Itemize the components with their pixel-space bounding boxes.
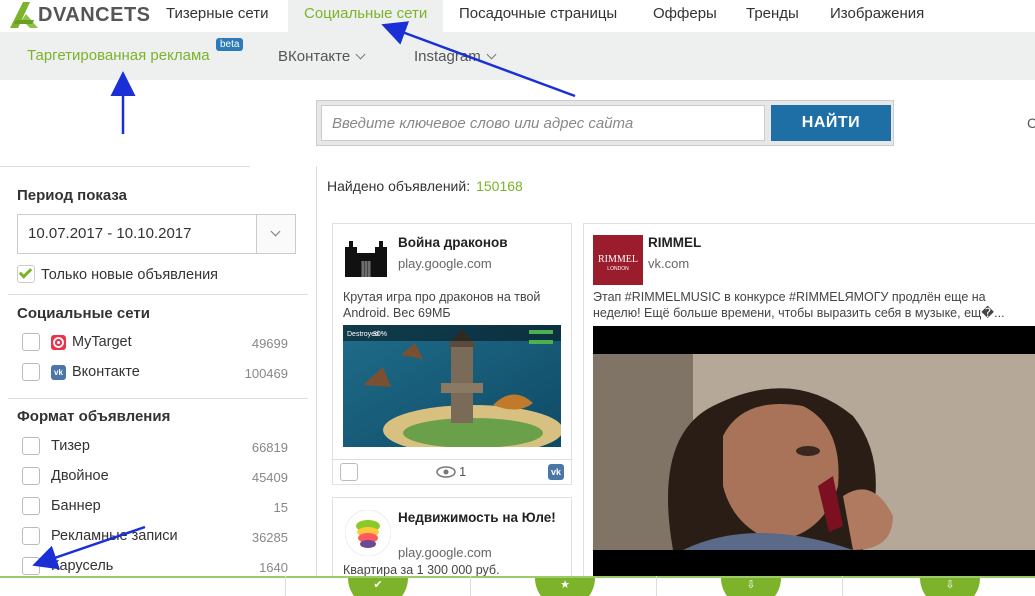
format-label: Карусель (51, 558, 114, 574)
page-root: DVANCETS Тизерные сети Социальные сети П… (0, 0, 1035, 596)
ad-image-video (593, 326, 1035, 576)
vk-icon: vk (51, 365, 66, 380)
checkmark-icon (18, 265, 33, 279)
format-count: 66819 (251, 440, 288, 455)
column-divider (316, 166, 317, 576)
format-checkbox[interactable] (22, 557, 40, 575)
castle-icon (343, 237, 389, 279)
results-summary: Найдено объявлений: 150168 (327, 178, 523, 194)
ad-title[interactable]: Война драконов (398, 235, 508, 250)
ad-title[interactable]: Недвижимость на Юле! (398, 510, 558, 526)
chevron-down-icon (486, 49, 497, 60)
results-label: Найдено объявлений: (327, 178, 471, 194)
format-checkbox[interactable] (22, 527, 40, 545)
format-count: 36285 (251, 530, 288, 545)
mytarget-icon (51, 335, 66, 350)
tab-offers[interactable]: Офферы (653, 0, 717, 32)
tab-social-networks[interactable]: Социальные сети (288, 0, 444, 32)
date-range-dropdown-button[interactable] (256, 214, 296, 254)
chevron-down-icon (355, 49, 366, 60)
format-count: 15 (273, 500, 288, 515)
divider (333, 459, 571, 460)
network-label: Вконтакте (72, 364, 140, 380)
rimmel-logo-sub: LONDON (607, 266, 629, 272)
format-checkbox[interactable] (22, 437, 40, 455)
format-count: 1640 (259, 560, 288, 575)
download-icon-button[interactable]: ⇩ (920, 578, 980, 596)
tab-images[interactable]: Изображения (830, 0, 924, 32)
tab-landing-pages[interactable]: Посадочные страницы (459, 0, 617, 32)
truncated-text: С (1027, 115, 1035, 131)
only-new-label: Только новые объявления (41, 267, 219, 283)
ad-image-game: Destroyed 30% (343, 325, 561, 447)
network-label: MyTarget (72, 334, 132, 350)
divider (8, 294, 308, 295)
ad-text: Крутая игра про драконов на твой Android… (343, 290, 541, 320)
network-checkbox[interactable] (22, 333, 40, 351)
subnav-vkontakte[interactable]: ВКонтакте (278, 48, 366, 65)
vk-icon: vk (548, 464, 564, 480)
ad-domain: play.google.com (398, 545, 492, 560)
search-bar: НАЙТИ (316, 100, 894, 146)
network-checkbox[interactable] (22, 363, 40, 381)
divider (470, 576, 471, 596)
ad-title[interactable]: RIMMEL (648, 235, 701, 250)
logo-text: DVANCETS (38, 3, 151, 26)
download-icon-button[interactable]: ⇩ (721, 578, 781, 596)
star-icon-button[interactable]: ★ (535, 578, 595, 596)
ad-text: Этап #RIMMELMUSIC в конкурсе #RIMMELЯМОГ… (593, 290, 1005, 320)
network-count: 100469 (244, 366, 288, 381)
format-checkbox[interactable] (22, 497, 40, 515)
rimmel-logo: RIMMEL LONDON (593, 235, 643, 285)
format-label: Тизер (51, 438, 90, 454)
logo[interactable]: DVANCETS (8, 0, 151, 30)
subnav-instagram[interactable]: Instagram (414, 48, 497, 65)
subnav-instagram-label: Instagram (414, 48, 481, 65)
ad-view-count: 1 (459, 464, 467, 479)
ad-domain: play.google.com (398, 256, 492, 271)
network-count: 49699 (251, 336, 288, 351)
beta-badge: beta (216, 38, 244, 51)
results-count: 150168 (476, 178, 523, 194)
divider (8, 398, 308, 399)
search-button[interactable]: НАЙТИ (771, 105, 891, 141)
format-label: Рекламные записи (51, 528, 178, 544)
format-checkbox[interactable] (22, 467, 40, 485)
subnav-vkontakte-label: ВКонтакте (278, 48, 351, 65)
format-count: 45409 (251, 470, 288, 485)
game-hud-pct: 30% (373, 331, 387, 338)
top-nav: DVANCETS Тизерные сети Социальные сети П… (0, 0, 1035, 32)
check-icon-button[interactable]: ✔ (348, 578, 408, 596)
tab-teaser-networks[interactable]: Тизерные сети (166, 0, 268, 32)
format-label: Баннер (51, 498, 101, 514)
format-label: Двойное (51, 468, 109, 484)
divider (842, 576, 843, 596)
chevron-down-icon (270, 226, 281, 237)
only-new-checkbox[interactable] (17, 265, 35, 283)
format-title: Формат объявления (17, 408, 171, 425)
tab-trends[interactable]: Тренды (746, 0, 799, 32)
search-input[interactable] (321, 105, 765, 141)
networks-title: Социальные сети (17, 305, 150, 322)
period-title: Период показа (17, 187, 128, 204)
logo-a-icon (10, 2, 38, 28)
divider (285, 576, 286, 596)
subnav-targeted-ads[interactable]: Таргетированная реклама (27, 47, 210, 64)
yula-icon (345, 510, 391, 556)
divider (656, 576, 657, 596)
date-range-field[interactable]: 10.07.2017 - 10.10.2017 (17, 214, 257, 254)
rimmel-logo-text: RIMMEL (598, 254, 638, 265)
ad-select-checkbox[interactable] (340, 463, 358, 481)
bottom-toolbar (0, 576, 1035, 596)
ad-domain: vk.com (648, 256, 690, 271)
eye-icon (436, 466, 456, 478)
